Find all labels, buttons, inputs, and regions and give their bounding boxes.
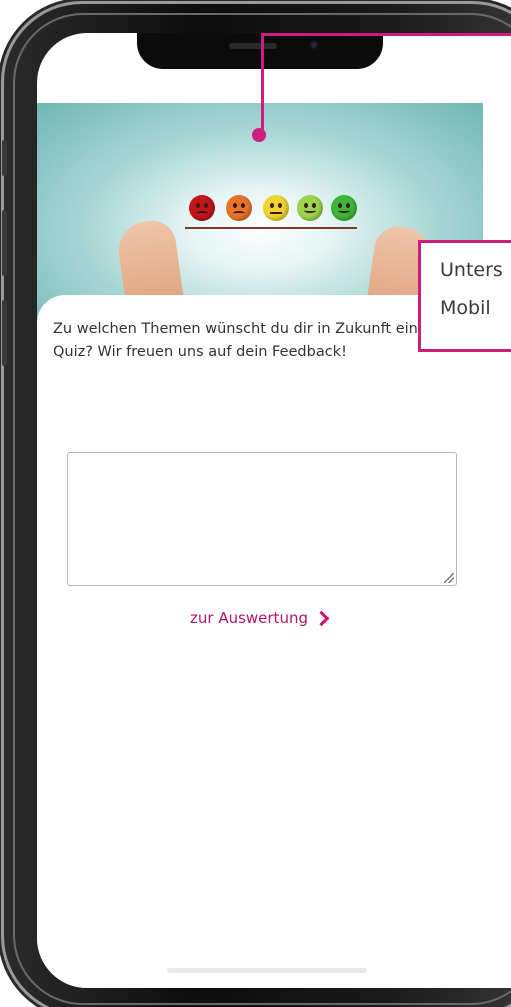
content-card <box>37 295 511 988</box>
phone-side-button <box>2 140 7 176</box>
resize-grip-icon[interactable] <box>444 573 454 583</box>
evaluation-link[interactable]: zur Auswertung <box>190 609 330 627</box>
phone-side-button <box>2 210 7 276</box>
front-camera-icon <box>309 40 319 50</box>
annotation-line <box>261 33 264 137</box>
callout-line-1: Unters <box>440 259 503 281</box>
callout-line-2: Mobil <box>440 297 491 319</box>
annotation-callout: Unters Mobil <box>418 240 511 352</box>
phone-screen: Zu welchen Themen wünscht du dir in Zuku… <box>37 33 511 988</box>
home-indicator <box>167 968 367 973</box>
evaluation-link-label: zur Auswertung <box>190 609 308 627</box>
very-happy-face-icon <box>331 195 357 221</box>
very-sad-face-icon <box>189 195 215 221</box>
feedback-textarea[interactable] <box>67 452 457 586</box>
annotation-line <box>261 33 511 36</box>
speaker-grille <box>229 43 277 49</box>
phone-notch <box>137 33 383 69</box>
phone-side-button <box>2 300 7 366</box>
sad-face-icon <box>226 195 252 221</box>
question-line-2: Quiz? Wir freuen uns auf dein Feedback! <box>53 344 347 360</box>
question-line-1: Zu welchen Themen wünscht du dir in Zuku… <box>53 321 418 337</box>
rating-string <box>185 227 357 229</box>
happy-face-icon <box>297 195 323 221</box>
neutral-face-icon <box>263 195 289 221</box>
annotation-dot <box>252 128 266 142</box>
chevron-right-icon <box>313 610 330 626</box>
slide-canvas: Zu welchen Themen wünscht du dir in Zuku… <box>0 0 511 1007</box>
